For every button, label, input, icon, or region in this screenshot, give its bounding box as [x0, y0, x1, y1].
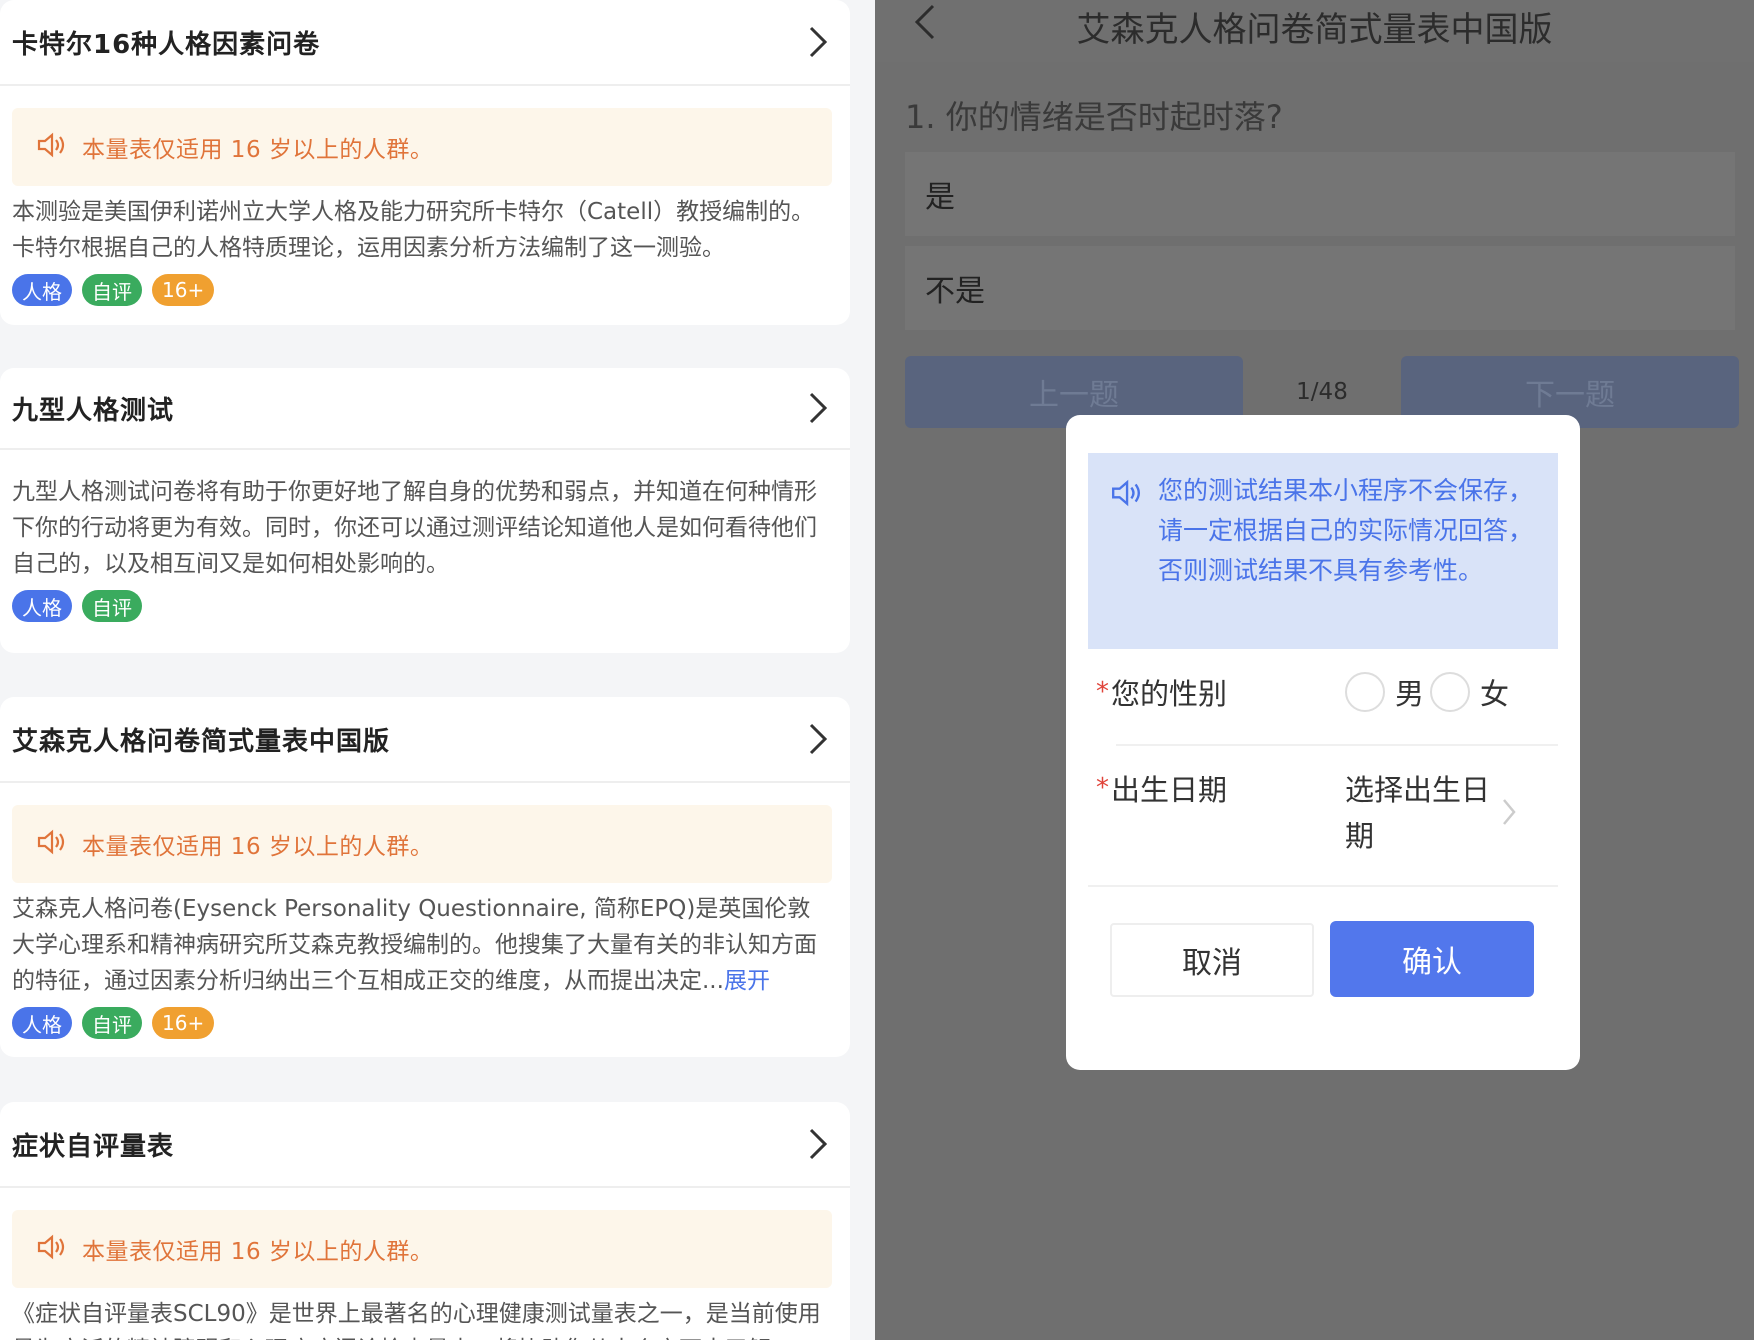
gender-female-label[interactable]: 女: [1480, 671, 1509, 713]
required-mark: *: [1096, 773, 1109, 803]
gender-female-radio[interactable]: [1430, 672, 1471, 712]
speaker-icon: [36, 829, 66, 859]
tag-badge: 人格: [12, 590, 72, 622]
card-header[interactable]: 症状自评量表: [0, 1102, 850, 1188]
gender-male-radio[interactable]: [1345, 672, 1385, 712]
divider: [1116, 744, 1558, 746]
age-notice: 本量表仅适用 16 岁以上的人群。: [12, 108, 832, 186]
speaker-icon: [1110, 479, 1142, 649]
confirm-button[interactable]: 确认: [1330, 921, 1534, 997]
assessment-card-epq[interactable]: 艾森克人格问卷简式量表中国版 本量表仅适用 16 岁以上的人群。 艾森克人格问卷…: [0, 697, 850, 1057]
card-title: 艾森克人格问卷简式量表中国版: [12, 726, 391, 757]
chevron-right-icon[interactable]: [1501, 797, 1517, 831]
card-header[interactable]: 卡特尔16种人格因素问卷: [0, 0, 850, 86]
gender-row: * 您的性别 男 女: [1096, 671, 1558, 713]
card-description: 《症状自评量表SCL90》是世界上最著名的心理健康测试量表之一，是当前使用最为广…: [12, 1301, 821, 1340]
card-description: 艾森克人格问卷(Eysenck Personality Questionnair…: [0, 883, 850, 999]
speaker-icon: [36, 1234, 66, 1264]
expand-link[interactable]: 展开: [724, 968, 770, 994]
age-notice: 本量表仅适用 16 岁以上的人群。: [12, 1210, 832, 1288]
answer-option-yes[interactable]: 是: [905, 152, 1735, 236]
assessment-card-cattell[interactable]: 卡特尔16种人格因素问卷 本量表仅适用 16 岁以上的人群。 本测验是美国伊利诺…: [0, 0, 850, 325]
card-description: 九型人格测试问卷将有助于你更好地了解自身的优势和弱点，并知道在何种情形下你的行动…: [12, 479, 817, 577]
required-mark: *: [1096, 677, 1109, 707]
card-header[interactable]: 艾森克人格问卷简式量表中国版: [0, 697, 850, 783]
birthdate-picker[interactable]: 选择出生日期: [1345, 767, 1495, 859]
divider: [1088, 885, 1558, 887]
birthdate-row[interactable]: * 出生日期 选择出生日期: [1096, 767, 1558, 859]
chevron-right-icon[interactable]: [798, 719, 838, 759]
notice-text: 本量表仅适用 16 岁以上的人群。: [82, 137, 434, 163]
tag-badge: 16+: [152, 274, 215, 306]
chevron-right-icon[interactable]: [798, 1124, 838, 1164]
tag-list: 人格 自评: [0, 582, 850, 622]
cancel-button[interactable]: 取消: [1110, 923, 1314, 997]
card-description: 本测验是美国伊利诺州立大学人格及能力研究所卡特尔（Catell）教授编制的。卡特…: [12, 199, 815, 261]
card-title: 九型人格测试: [12, 395, 175, 426]
assessment-card-scl90[interactable]: 症状自评量表 本量表仅适用 16 岁以上的人群。 《症状自评量表SCL90》是世…: [0, 1102, 850, 1340]
question-text: 1. 你的情绪是否时起时落?: [905, 98, 1283, 136]
answer-option-no[interactable]: 不是: [905, 246, 1735, 330]
tag-badge: 自评: [82, 274, 142, 306]
chevron-right-icon[interactable]: [798, 388, 838, 428]
tag-list: 人格 自评 16+: [0, 266, 850, 306]
assessment-card-enneagram[interactable]: 九型人格测试 九型人格测试问卷将有助于你更好地了解自身的优势和弱点，并知道在何种…: [0, 368, 850, 653]
card-title: 卡特尔16种人格因素问卷: [12, 29, 321, 60]
tag-badge: 自评: [82, 1007, 142, 1039]
tag-badge: 人格: [12, 1007, 72, 1039]
notice-text: 本量表仅适用 16 岁以上的人群。: [82, 1239, 434, 1265]
card-title: 症状自评量表: [12, 1131, 175, 1162]
privacy-notice-text: 您的测试结果本小程序不会保存，请一定根据自己的实际情况回答，否则测试结果不具有参…: [1158, 476, 1534, 585]
description-text: 艾森克人格问卷(Eysenck Personality Questionnair…: [12, 896, 817, 994]
chevron-right-icon[interactable]: [798, 22, 838, 62]
notice-text: 本量表仅适用 16 岁以上的人群。: [82, 834, 434, 860]
age-notice: 本量表仅适用 16 岁以上的人群。: [12, 805, 832, 883]
privacy-notice: 您的测试结果本小程序不会保存，请一定根据自己的实际情况回答，否则测试结果不具有参…: [1088, 453, 1558, 649]
page-title: 艾森克人格问卷简式量表中国版: [1076, 10, 1553, 50]
tag-list: 人格 自评 16+: [0, 999, 850, 1039]
gender-male-label[interactable]: 男: [1395, 671, 1424, 713]
nav-bar: 艾森克人格问卷简式量表中国版: [875, 0, 1754, 62]
assessment-list: 卡特尔16种人格因素问卷 本量表仅适用 16 岁以上的人群。 本测验是美国伊利诺…: [0, 0, 875, 1340]
gender-label: 您的性别: [1111, 677, 1228, 711]
tag-badge: 人格: [12, 274, 72, 306]
info-dialog: 您的测试结果本小程序不会保存，请一定根据自己的实际情况回答，否则测试结果不具有参…: [1066, 415, 1580, 1070]
tag-badge: 16+: [152, 1007, 215, 1039]
quiz-screen: 艾森克人格问卷简式量表中国版 1. 你的情绪是否时起时落? 是 不是 上一题 1…: [875, 0, 1754, 1340]
card-header[interactable]: 九型人格测试: [0, 368, 850, 450]
speaker-icon: [36, 132, 66, 162]
birthdate-label: 出生日期: [1111, 773, 1228, 807]
tag-badge: 自评: [82, 590, 142, 622]
